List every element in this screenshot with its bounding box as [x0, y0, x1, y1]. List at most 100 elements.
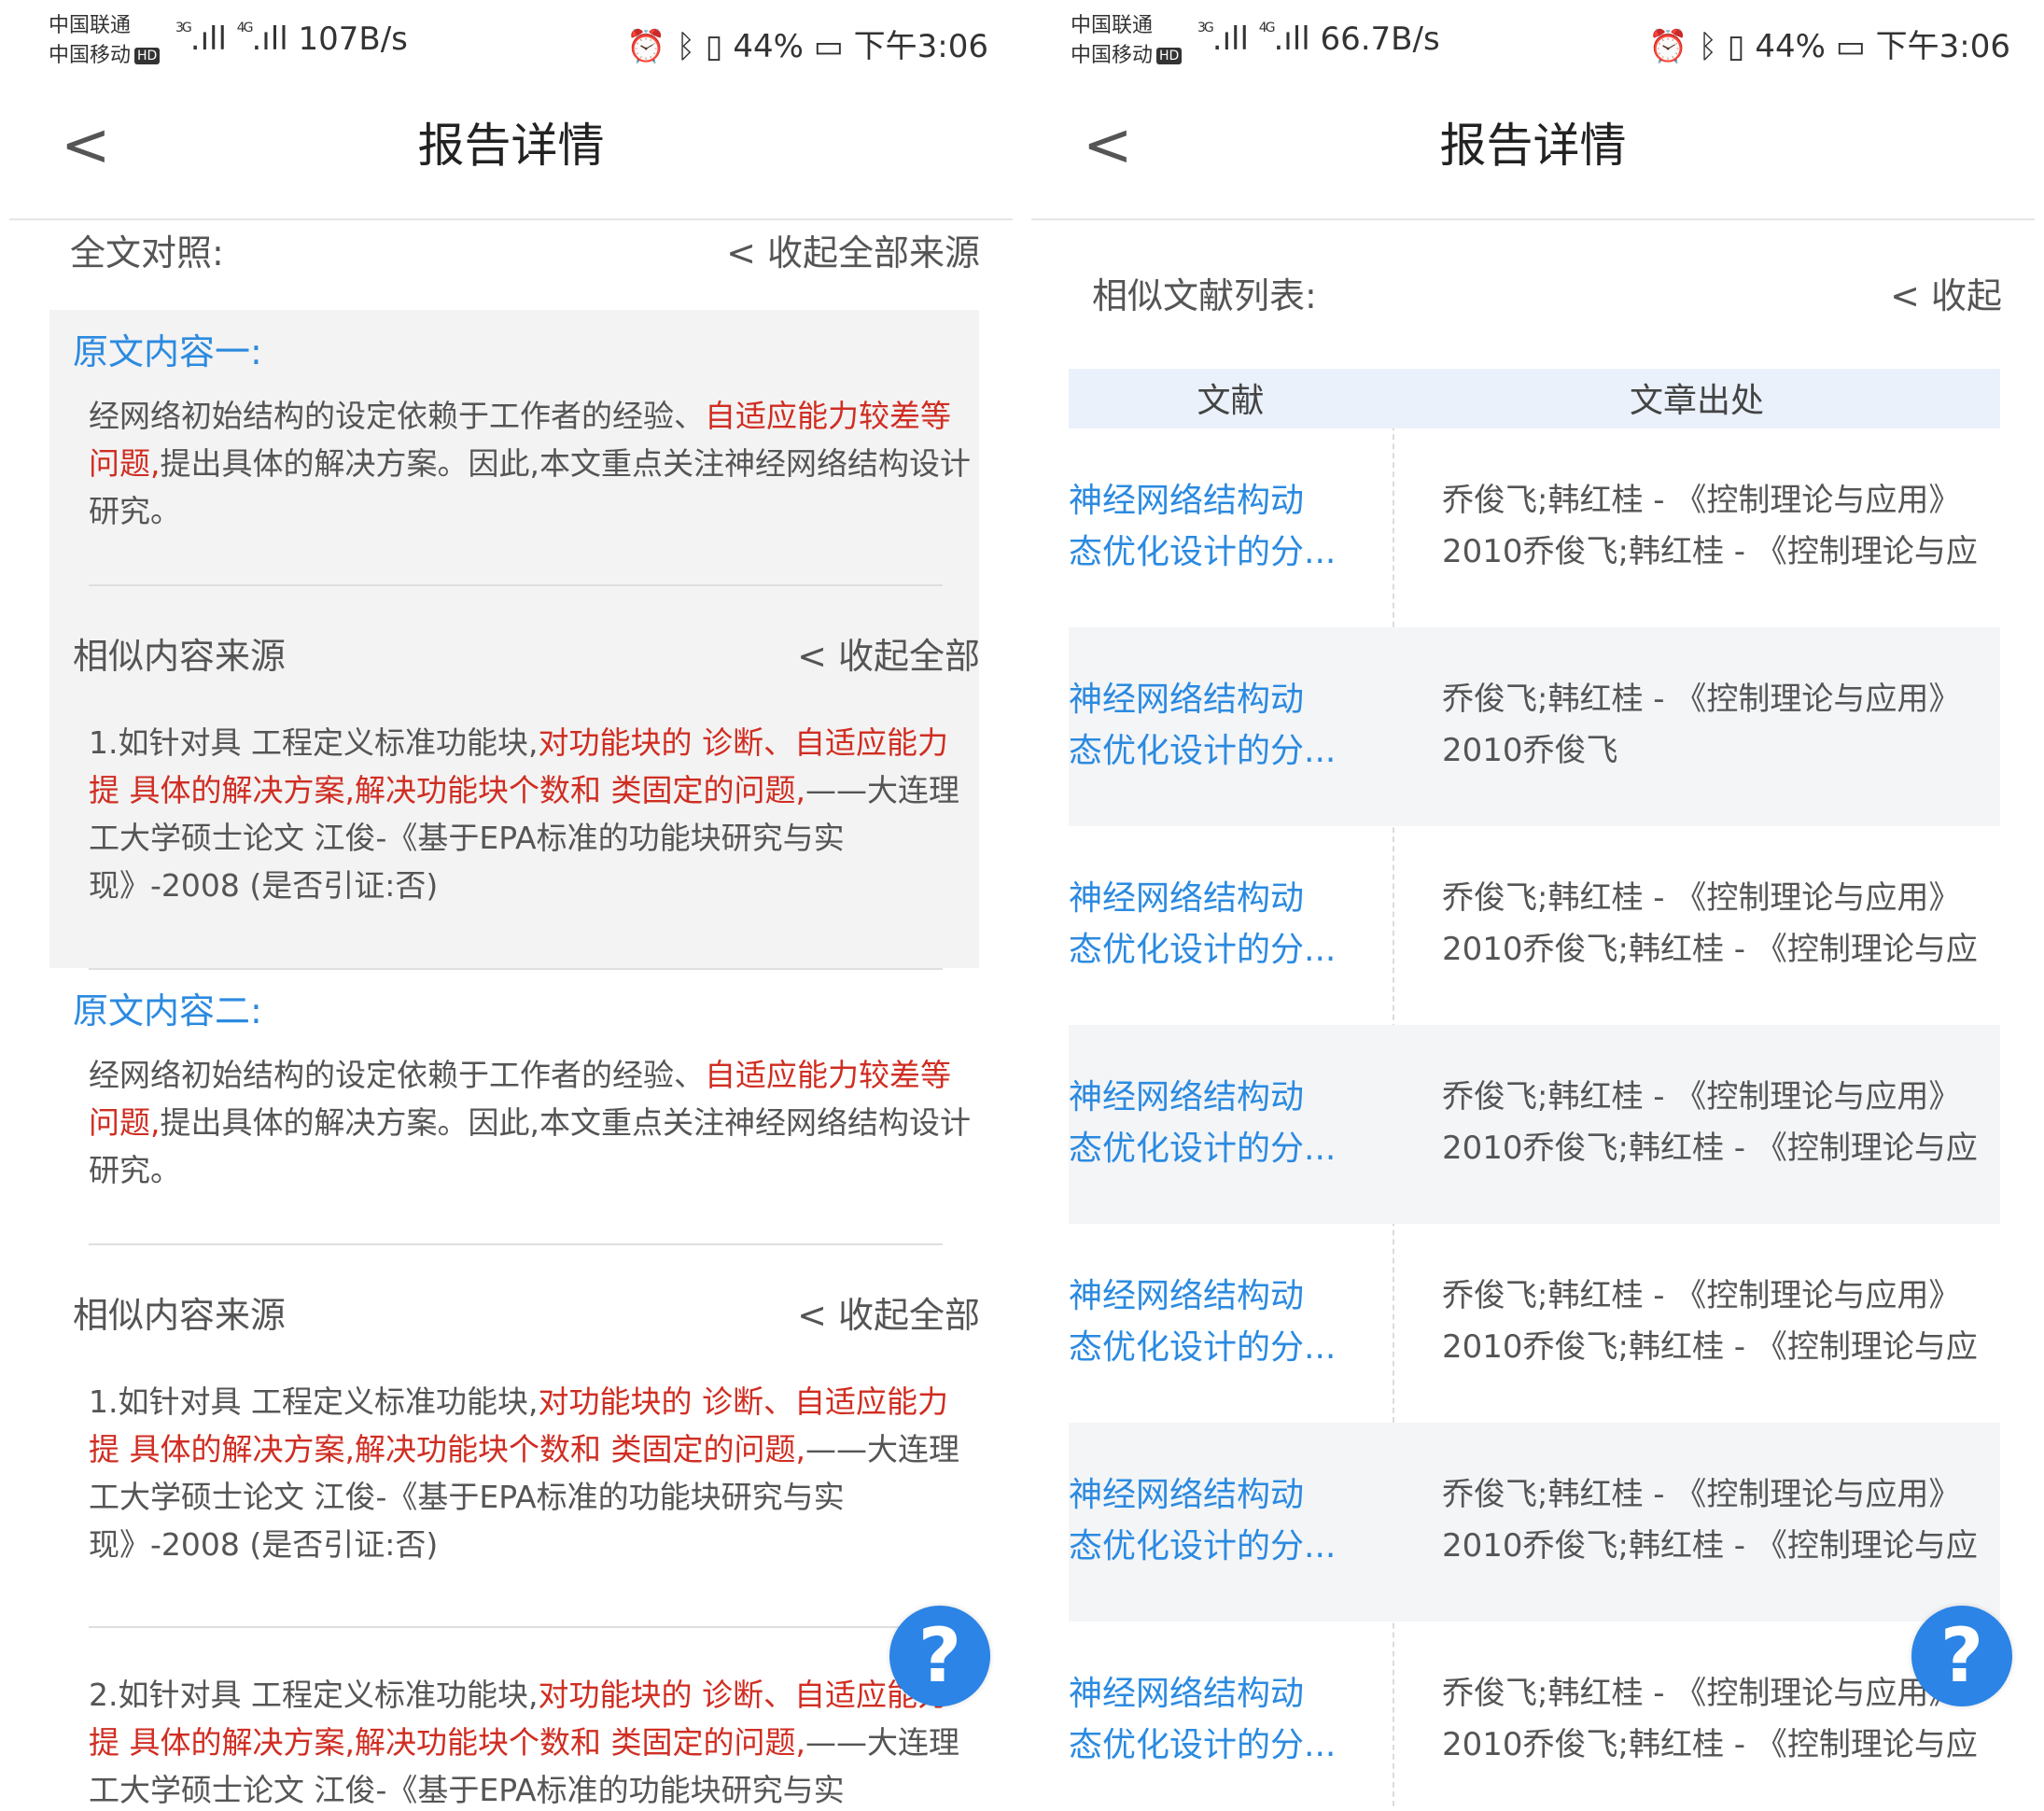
table-row[interactable]: 神经网络结构动 态优化设计的分... 乔俊飞;韩红桂 - 《控制理论与应用》 2010… [1069, 826, 2000, 1025]
network-info: 3G.ıll 4G.ıll 66.7B/s [1197, 21, 1440, 58]
carrier-1: 中国联通 [1071, 14, 1154, 37]
net-speed: 107B/s [298, 21, 408, 58]
source-line: 2010乔俊飞;韩红桂 - 《控制理论与应 [1442, 1328, 1978, 1366]
text-segment: 1.如针对具 工程定义标准功能块, [89, 724, 539, 761]
carrier-2: 中国移动 [49, 44, 132, 67]
network-type-2: 4G [236, 21, 254, 35]
carrier-info: 中国联通 中国移动 HD [1071, 11, 1183, 71]
document-title-line: 神经网络结构动 [1069, 681, 1305, 719]
collapse-button[interactable]: < 收起 [1890, 267, 2002, 318]
collapse-all-button[interactable]: < 收起全部 [797, 1286, 980, 1338]
document-link[interactable]: 神经网络结构动 态优化设计的分... [1069, 1469, 1377, 1572]
document-title-line: 神经网络结构动 [1069, 879, 1305, 918]
table-row[interactable]: 神经网络结构动 态优化设计的分... 乔俊飞;韩红桂 - 《控制理论与应用》 2010… [1069, 428, 2000, 627]
fulltext-compare-header: 全文对照: < 收起全部来源 [70, 224, 980, 275]
vibrate-icon: ▯ [1727, 28, 1745, 65]
article-source: 乔俊飞;韩红桂 - 《控制理论与应用》 2010乔俊飞;韩红桂 - 《控制理论与应 [1442, 1271, 2000, 1373]
network-type-1: 3G [175, 21, 192, 35]
article-source: 乔俊飞;韩红桂 - 《控制理论与应用》 2010乔俊飞;韩红桂 - 《控制理论与应 [1442, 1072, 2000, 1174]
help-button[interactable]: ? [1911, 1606, 2012, 1706]
document-title-line: 态优化设计的分... [1069, 533, 1337, 571]
article-source: 乔俊飞;韩红桂 - 《控制理论与应用》 2010乔俊飞;韩红桂 - 《控制理论与应 [1442, 1668, 2000, 1771]
status-bar: 中国联通 中国移动 HD 3G.ıll 4G.ıll 107B/s ⏰ ᛒ ▯ 4… [0, 0, 1022, 90]
table-body: 神经网络结构动 态优化设计的分... 乔俊飞;韩红桂 - 《控制理论与应用》 2010… [1069, 428, 2000, 1811]
bluetooth-icon: ᛒ [1698, 28, 1717, 65]
table-row[interactable]: 神经网络结构动 态优化设计的分... 乔俊飞;韩红桂 - 《控制理论与应用》 2010… [1069, 627, 2000, 826]
battery-icon: ▭ [813, 28, 844, 65]
clock: 下午3:06 [1875, 28, 2010, 65]
divider [89, 1626, 943, 1628]
document-title-line: 态优化设计的分... [1069, 931, 1337, 969]
source-line: 乔俊飞;韩红桂 - 《控制理论与应用》 [1442, 879, 1961, 917]
article-source: 乔俊飞;韩红桂 - 《控制理论与应用》 2010乔俊飞;韩红桂 - 《控制理论与应 [1442, 475, 2000, 578]
document-link[interactable]: 神经网络结构动 态优化设计的分... [1069, 1271, 1377, 1373]
document-link[interactable]: 神经网络结构动 态优化设计的分... [1069, 873, 1377, 976]
source-line: 乔俊飞;韩红桂 - 《控制理论与应用》 [1442, 1476, 1961, 1513]
collapse-all-button[interactable]: < 收起全部 [797, 627, 980, 679]
network-type-1: 3G [1197, 21, 1214, 35]
divider [89, 1243, 943, 1245]
source-line: 乔俊飞;韩红桂 - 《控制理论与应用》 [1442, 681, 1961, 718]
bluetooth-icon: ᛒ [676, 28, 695, 65]
table-row[interactable]: 神经网络结构动 态优化设计的分... 乔俊飞;韩红桂 - 《控制理论与应用》 2010… [1069, 1621, 2000, 1811]
table-row[interactable]: 神经网络结构动 态优化设计的分... 乔俊飞;韩红桂 - 《控制理论与应用》 2010… [1069, 1224, 2000, 1423]
similar-docs-label: 相似文献列表: [1092, 275, 1317, 316]
document-title-line: 态优化设计的分... [1069, 1527, 1337, 1565]
status-right: ⏰ ᛒ ▯ 44% ▭ 下午3:06 [626, 21, 988, 66]
original-content-2: 原文内容二: 经网络初始结构的设定依赖于工作者的经验、自适应能力较差等问题,提出… [73, 988, 980, 1194]
document-title-line: 神经网络结构动 [1069, 482, 1305, 520]
article-source: 乔俊飞;韩红桂 - 《控制理论与应用》 2010乔俊飞 [1442, 674, 2000, 777]
document-title-line: 神经网络结构动 [1069, 1277, 1305, 1315]
document-link[interactable]: 神经网络结构动 态优化设计的分... [1069, 674, 1377, 777]
source-line: 乔俊飞;韩红桂 - 《控制理论与应用》 [1442, 1277, 1961, 1314]
text-segment: 提出具体的解决方案。因此,本文重点关注神经网络结构设计研究。 [89, 1104, 971, 1188]
similar-sources-header-1: 相似内容来源 < 收起全部 [73, 627, 980, 679]
carrier-1: 中国联通 [49, 14, 132, 37]
similar-source-item: 1.如针对具 工程定义标准功能块,对功能块的 诊断、自适应能力提 具体的解决方案… [89, 719, 966, 909]
text-segment: 提出具体的解决方案。因此,本文重点关注神经网络结构设计研究。 [89, 445, 971, 529]
collapse-all-sources-button[interactable]: < 收起全部来源 [726, 224, 980, 275]
divider [89, 584, 943, 586]
document-link[interactable]: 神经网络结构动 态优化设计的分... [1069, 1072, 1377, 1174]
source-line: 2010乔俊飞;韩红桂 - 《控制理论与应 [1442, 1130, 1978, 1167]
similar-docs-table: 文献 文章出处 神经网络结构动 态优化设计的分... 乔俊飞;韩红桂 - 《控制理论… [1069, 369, 2000, 1811]
text-segment: 经网络初始结构的设定依赖于工作者的经验、 [89, 398, 705, 434]
table-row[interactable]: 神经网络结构动 态优化设计的分... 乔俊飞;韩红桂 - 《控制理论与应用》 2010… [1069, 1423, 2000, 1621]
signal-icon: .ıll [251, 21, 288, 58]
document-title-line: 态优化设计的分... [1069, 1726, 1337, 1764]
source-line: 2010乔俊飞 [1442, 732, 1618, 769]
original-content-2-title: 原文内容二: [73, 990, 262, 1032]
similar-sources-header-2: 相似内容来源 < 收起全部 [73, 1286, 980, 1338]
hd-badge: HD [134, 48, 161, 64]
article-source: 乔俊飞;韩红桂 - 《控制理论与应用》 2010乔俊飞;韩红桂 - 《控制理论与应 [1442, 873, 2000, 976]
fulltext-compare-label: 全文对照: [70, 232, 224, 274]
right-screen: 中国联通 中国移动 HD 3G.ıll 4G.ıll 66.7B/s ⏰ ᛒ ▯ … [1022, 0, 2044, 1811]
original-content-1-text: 经网络初始结构的设定依赖于工作者的经验、自适应能力较差等问题,提出具体的解决方案… [89, 392, 975, 535]
document-title-line: 态优化设计的分... [1069, 732, 1337, 770]
network-info: 3G.ıll 4G.ıll 107B/s [175, 21, 408, 58]
battery-icon: ▭ [1835, 28, 1866, 65]
left-screen: 中国联通 中国移动 HD 3G.ıll 4G.ıll 107B/s ⏰ ᛒ ▯ 4… [0, 0, 1022, 1811]
text-segment: 经网络初始结构的设定依赖于工作者的经验、 [89, 1057, 705, 1093]
source-line: 2010乔俊飞;韩红桂 - 《控制理论与应 [1442, 1527, 1978, 1565]
document-link[interactable]: 神经网络结构动 态优化设计的分... [1069, 1668, 1377, 1771]
status-bar: 中国联通 中国移动 HD 3G.ıll 4G.ıll 66.7B/s ⏰ ᛒ ▯ … [1022, 0, 2044, 90]
document-title-line: 态优化设计的分... [1069, 1328, 1337, 1367]
similar-sources-label: 相似内容来源 [73, 636, 287, 677]
battery-percent: 44% [1755, 28, 1826, 65]
table-row[interactable]: 神经网络结构动 态优化设计的分... 乔俊飞;韩红桂 - 《控制理论与应用》 2010… [1069, 1025, 2000, 1224]
alarm-icon: ⏰ [1648, 28, 1688, 65]
document-title-line: 神经网络结构动 [1069, 1675, 1305, 1713]
page-title: 报告详情 [1439, 119, 1627, 173]
similar-source-item: 1.如针对具 工程定义标准功能块,对功能块的 诊断、自适应能力提 具体的解决方案… [89, 1378, 966, 1568]
signal-icon: .ıll [1273, 21, 1310, 58]
similar-sources-label: 相似内容来源 [73, 1295, 287, 1336]
document-link[interactable]: 神经网络结构动 态优化设计的分... [1069, 475, 1377, 578]
document-title-line: 神经网络结构动 [1069, 1078, 1305, 1116]
document-title-line: 态优化设计的分... [1069, 1130, 1337, 1168]
help-button[interactable]: ? [889, 1606, 990, 1706]
status-right: ⏰ ᛒ ▯ 44% ▭ 下午3:06 [1648, 21, 2010, 66]
original-content-2-text: 经网络初始结构的设定依赖于工作者的经验、自适应能力较差等问题,提出具体的解决方案… [89, 1051, 975, 1194]
source-line: 乔俊飞;韩红桂 - 《控制理论与应用》 [1442, 482, 1961, 519]
carrier-2: 中国移动 [1071, 44, 1154, 67]
